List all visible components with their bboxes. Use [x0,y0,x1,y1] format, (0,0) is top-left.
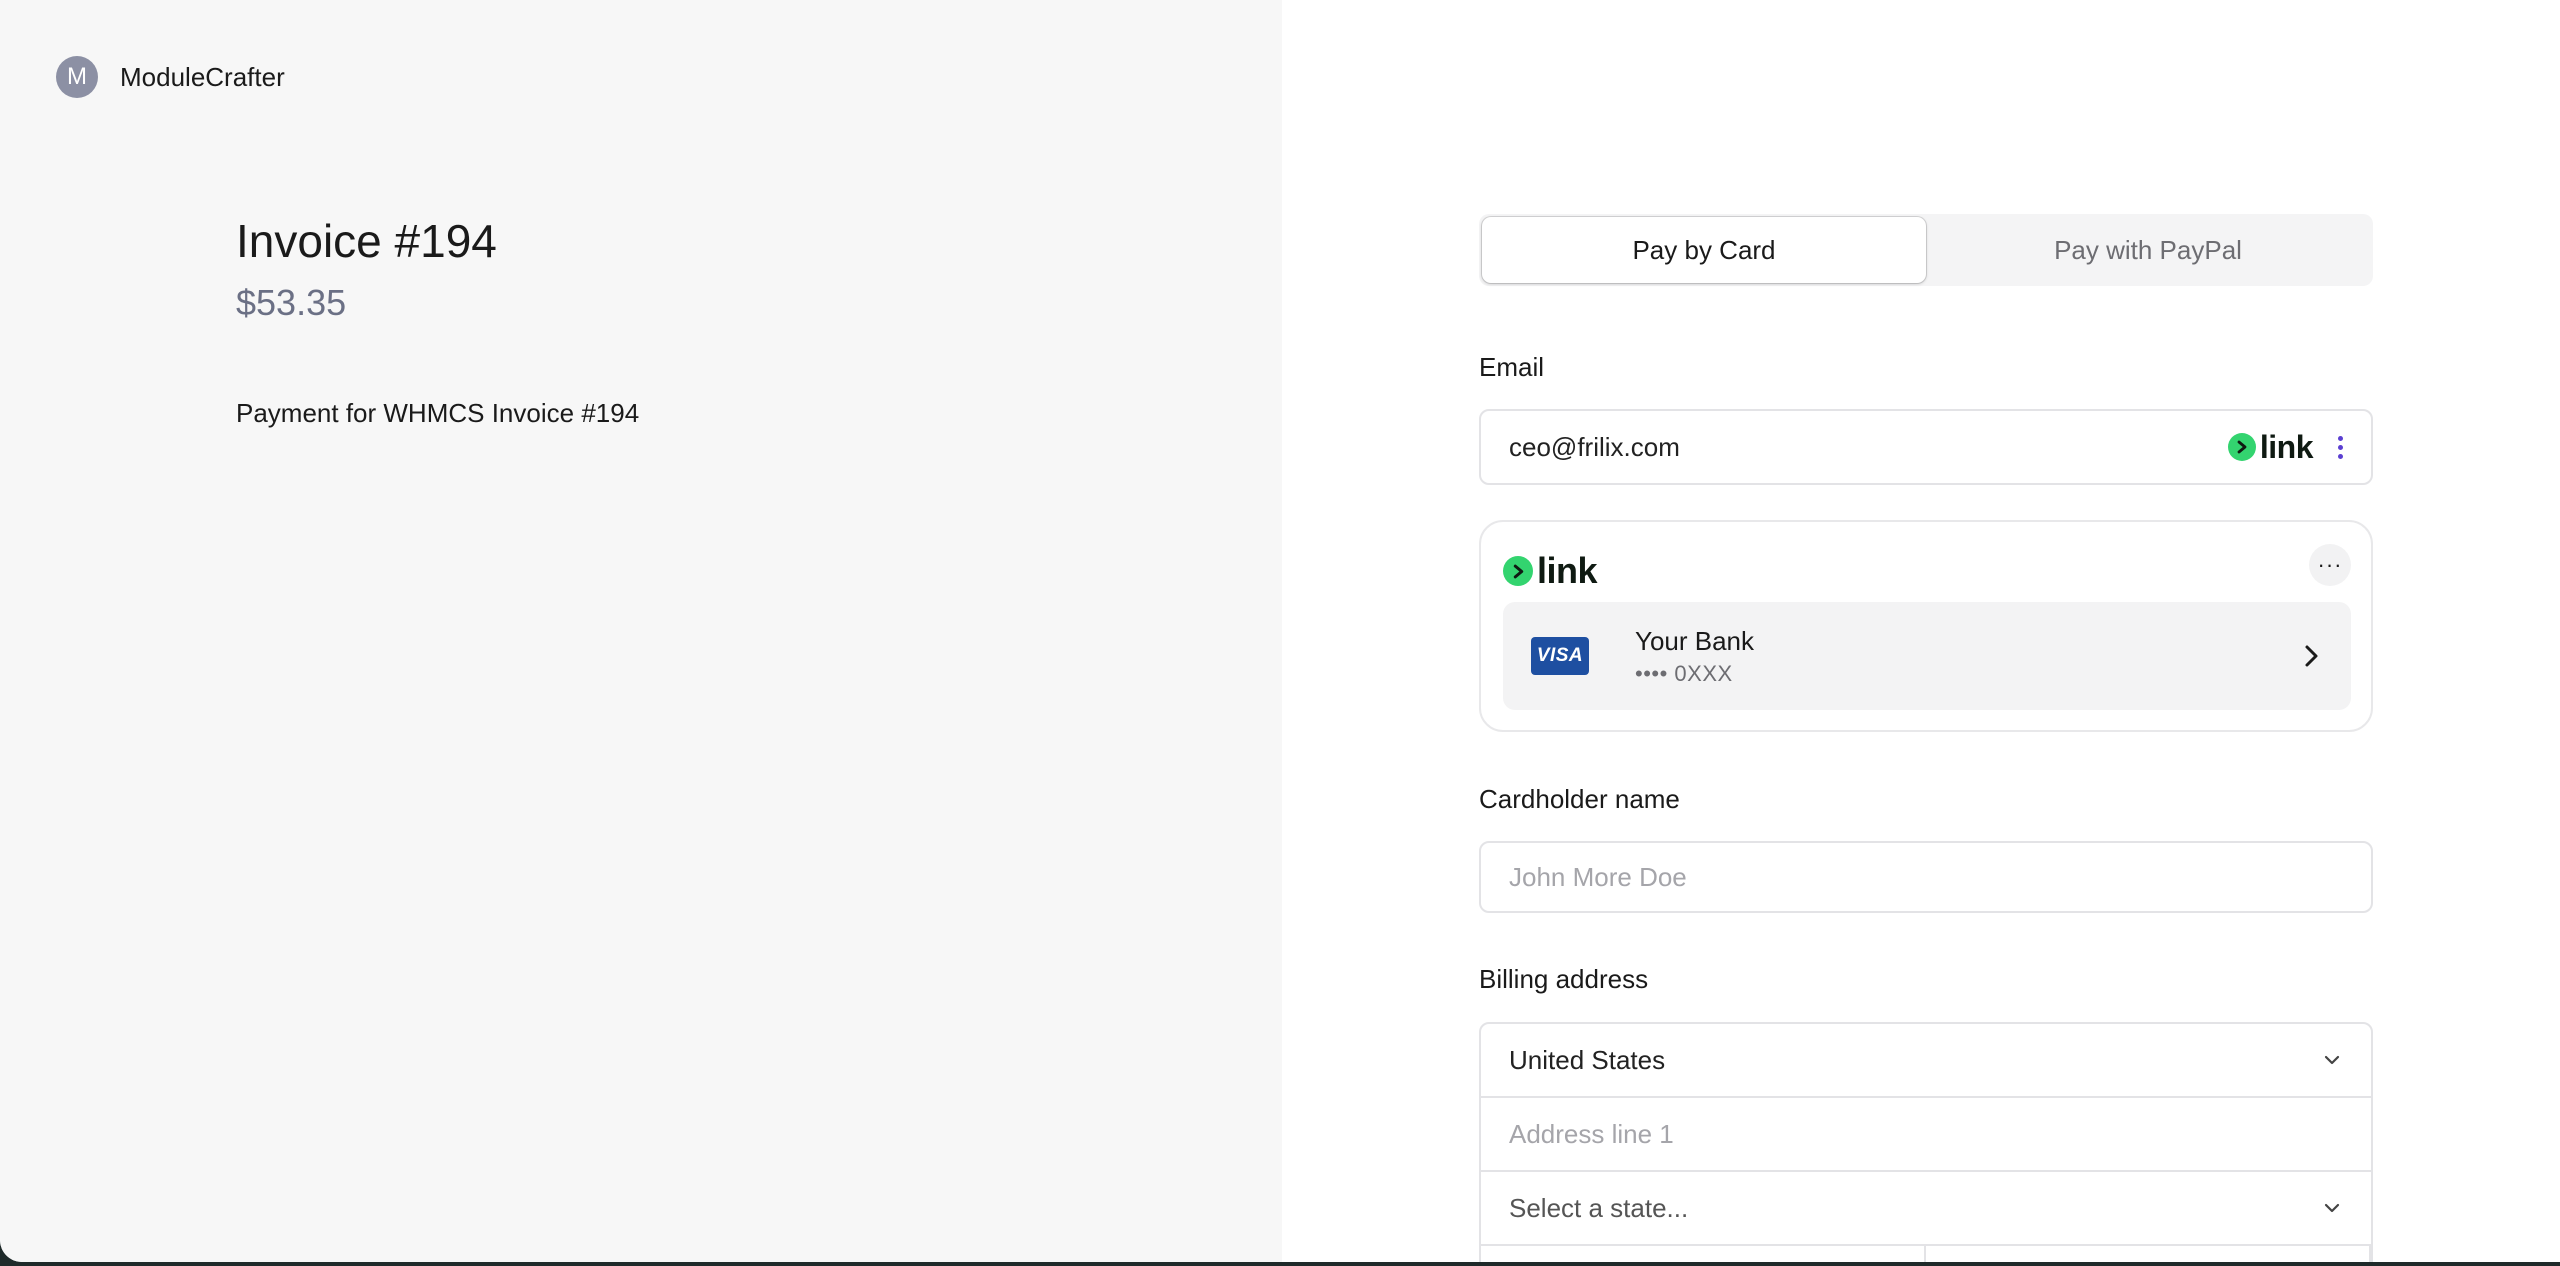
billing-address-fields: United States Address line 1 Select a st… [1479,1022,2373,1262]
saved-bank-account[interactable]: VISA Your Bank •••• 0XXX [1503,602,2351,710]
visa-card-icon: VISA [1531,637,1589,675]
link-logo-text: link [1537,550,1598,591]
address-line-1-field[interactable]: Address line 1 [1481,1098,2371,1172]
invoice-title: Invoice #194 [236,215,497,267]
link-arrow-icon [1503,556,1533,586]
invoice-amount: $53.35 [236,282,347,323]
bank-name: Your Bank [1635,625,1755,656]
email-value: ceo@frilix.com [1509,431,1680,462]
bank-details: Your Bank •••• 0XXX [1635,626,1754,687]
state-select[interactable]: Select a state... [1481,1172,2371,1246]
email-field[interactable]: ceo@frilix.com link [1479,409,2373,485]
chevron-down-icon [2324,1203,2340,1213]
city-zip-row [1481,1246,2371,1262]
invoice-description: Payment for WHMCS Invoice #194 [236,398,640,428]
chevron-right-icon [2305,645,2318,667]
link-logo: link [1503,550,1598,592]
brand: M ModuleCrafter [56,56,285,98]
city-field[interactable] [1481,1246,1926,1262]
state-placeholder: Select a state... [1509,1192,1689,1223]
more-options-button[interactable]: ··· [2309,544,2351,586]
address-line-1-placeholder: Address line 1 [1509,1118,1674,1149]
zip-field[interactable] [1926,1246,2371,1262]
billing-address-label: Billing address [1479,964,1649,994]
invoice-summary-panel: M ModuleCrafter Invoice #194 $53.35 Paym… [0,0,1282,1262]
tab-pay-by-card[interactable]: Pay by Card [1482,217,1926,283]
kebab-menu-icon[interactable] [2337,435,2343,459]
link-logo-text: link [2259,428,2314,465]
country-value: United States [1509,1044,1666,1075]
tab-pay-with-paypal[interactable]: Pay with PayPal [1926,217,2370,283]
cardholder-name-field[interactable]: John More Doe [1479,841,2373,913]
checkout-window: M ModuleCrafter Invoice #194 $53.35 Paym… [0,0,2560,1262]
payment-method-tabs: Pay by Card Pay with PayPal [1479,214,2373,286]
link-saved-payment-card: link ··· VISA Your Bank •••• 0XXX [1479,520,2373,732]
link-logo: link [2227,428,2314,466]
chevron-down-icon [2324,1055,2340,1065]
country-select[interactable]: United States [1481,1024,2371,1098]
card-number: •••• 0XXX [1635,660,1733,686]
brand-avatar: M [56,56,98,98]
link-arrow-icon [2227,433,2256,461]
email-label: Email [1479,352,1545,382]
cardholder-name-placeholder: John More Doe [1509,861,1687,892]
payment-panel: Pay by Card Pay with PayPal Email ceo@fr… [1282,0,2560,1262]
brand-name: ModuleCrafter [120,61,285,92]
link-badge: link [2227,428,2343,466]
cardholder-name-label: Cardholder name [1479,784,1680,814]
